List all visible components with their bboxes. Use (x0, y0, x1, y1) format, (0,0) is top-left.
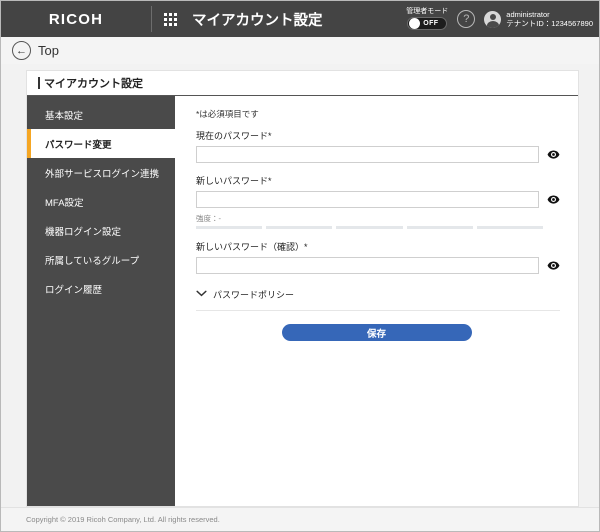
sidebar-item-external-service-login[interactable]: 外部サービスログイン連携 (27, 158, 175, 187)
current-password-reveal-eye-icon[interactable] (547, 148, 560, 161)
sidebar-item-login-history[interactable]: ログイン履歴 (27, 274, 175, 303)
strength-segment (406, 226, 473, 229)
chevron-down-icon (196, 290, 207, 299)
brand-label: RICOH (48, 10, 104, 28)
required-fields-note: *は必須項目です (196, 109, 259, 119)
sidebar-item-label: ログイン履歴 (45, 284, 103, 296)
sidebar-item-label: 機器ログイン設定 (45, 226, 122, 238)
current-password-row (196, 146, 560, 163)
current-password-group: 現在のパスワード* (196, 129, 560, 163)
avatar (484, 10, 502, 28)
sidebar-item-label: パスワード変更 (45, 139, 112, 151)
header-right-cluster: 管理者モード OFF ? administrator テナントID：123456… (406, 1, 593, 37)
sidebar-item-label: 基本設定 (45, 110, 84, 122)
copyright-text: Copyright © 2019 Ricoh Company, Ltd. All… (26, 515, 220, 524)
admin-mode-control[interactable]: 管理者モード OFF (406, 8, 448, 30)
strength-segment (476, 226, 544, 229)
title-accent-bar (38, 77, 40, 89)
sidebar-item-label: MFA設定 (45, 197, 84, 209)
sidebar-item-label: 所属しているグループ (45, 255, 140, 267)
new-password-reveal-eye-icon[interactable] (547, 193, 560, 206)
sidebar-item-password-change[interactable]: パスワード変更 (27, 129, 175, 158)
strength-segment (336, 226, 403, 229)
new-password-row (196, 191, 560, 208)
sidebar-item-basic-settings[interactable]: 基本設定 (27, 100, 175, 129)
toggle-knob (409, 18, 421, 29)
sidebar-item-groups[interactable]: 所属しているグループ (27, 245, 175, 274)
password-strength-meter (196, 226, 544, 229)
back-arrow-icon[interactable]: ← (12, 41, 31, 60)
user-info: administrator テナントID：1234567890 (506, 10, 593, 29)
footer: Copyright © 2019 Ricoh Company, Ltd. All… (1, 507, 599, 531)
confirm-password-label: 新しいパスワード（確認）* (196, 242, 308, 252)
confirm-password-row (196, 257, 560, 274)
tenant-id: テナントID：1234567890 (506, 19, 593, 28)
password-strength-label: 強度：- (196, 214, 221, 223)
header-title: マイアカウント設定 (192, 12, 323, 29)
app-header: RICOH マイアカウント設定 管理者モード OFF ? administrat… (1, 1, 599, 37)
app-launcher-grid-icon[interactable] (152, 1, 188, 37)
new-password-group: 新しいパスワード* 強度：- (196, 174, 560, 229)
current-password-input[interactable] (196, 146, 539, 163)
confirm-password-group: 新しいパスワード（確認）* (196, 240, 560, 274)
breadcrumb: ← Top (1, 37, 599, 64)
settings-sidebar: 基本設定 パスワード変更 外部サービスログイン連携 MFA設定 機器ログイン設定… (27, 96, 175, 506)
user-menu[interactable]: administrator テナントID：1234567890 (484, 10, 593, 29)
admin-mode-toggle[interactable]: OFF (407, 17, 448, 30)
help-icon[interactable]: ? (457, 10, 476, 28)
user-name: administrator (506, 9, 550, 19)
breadcrumb-top-link[interactable]: Top (38, 43, 59, 58)
current-password-label: 現在のパスワード* (196, 131, 272, 141)
confirm-password-input[interactable] (196, 257, 539, 274)
page-title-text: マイアカウント設定 (44, 78, 143, 90)
toggle-state-label: OFF (423, 20, 439, 27)
save-button[interactable]: 保存 (281, 324, 472, 341)
grid-icon-dots (163, 12, 177, 26)
new-password-label: 新しいパスワード* (196, 176, 272, 186)
sidebar-item-device-login-settings[interactable]: 機器ログイン設定 (27, 216, 175, 245)
sidebar-item-label: 外部サービスログイン連携 (45, 168, 160, 180)
card-body: 基本設定 パスワード変更 外部サービスログイン連携 MFA設定 機器ログイン設定… (27, 96, 578, 506)
password-policy-accordion[interactable]: パスワードポリシー (196, 288, 560, 301)
password-policy-label: パスワードポリシー (213, 290, 295, 300)
sidebar-item-mfa-settings[interactable]: MFA設定 (27, 187, 175, 216)
page-title: マイアカウント設定 (27, 71, 578, 96)
app-window: RICOH マイアカウント設定 管理者モード OFF ? administrat… (0, 0, 600, 532)
admin-mode-label: 管理者モード (406, 8, 449, 15)
password-change-form: *は必須項目です 現在のパスワード* 新しいパスワード* 強度：- 新しいパスワ… (175, 96, 578, 506)
form-divider (196, 310, 560, 311)
new-password-input[interactable] (196, 191, 539, 208)
brand-logo[interactable]: RICOH (1, 1, 151, 37)
strength-segment (266, 226, 333, 229)
save-button-row: 保存 (175, 324, 578, 341)
confirm-password-reveal-eye-icon[interactable] (547, 259, 560, 272)
strength-segment (196, 226, 263, 229)
content-card: マイアカウント設定 基本設定 パスワード変更 外部サービスログイン連携 MFA設… (26, 70, 579, 507)
